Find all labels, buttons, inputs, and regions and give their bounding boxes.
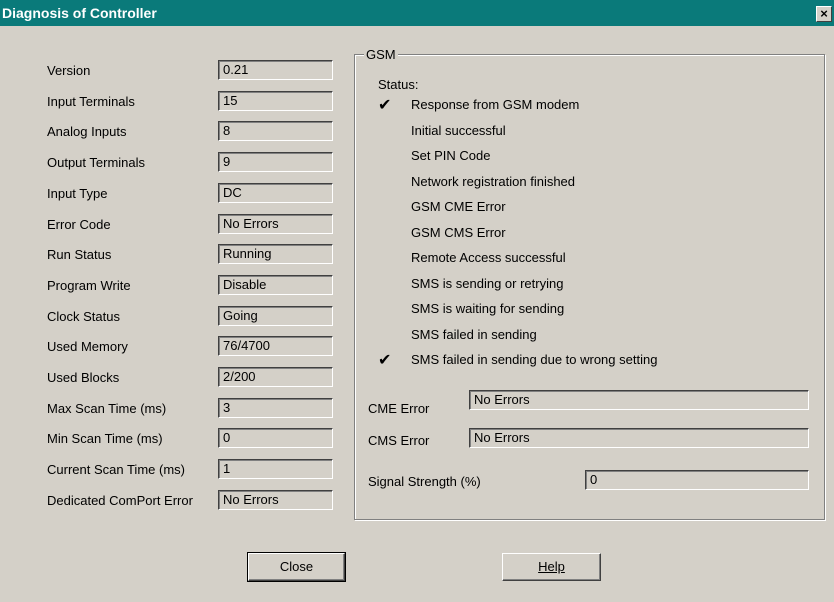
gsm-status-item: GSM CME Error (411, 199, 506, 214)
gsm-status-item: GSM CMS Error (411, 225, 506, 240)
gsm-status-item: Initial successful (411, 123, 506, 138)
diagnostic-value-field: 15 (218, 91, 333, 111)
diagnostic-value-field: 2/200 (218, 367, 333, 387)
diagnostic-label: Run Status (47, 247, 112, 262)
help-button-label: Help (538, 559, 565, 574)
diagnostic-label: Version (47, 63, 91, 78)
diagnostic-label: Output Terminals (47, 155, 146, 170)
diagnostic-value-field: No Errors (218, 490, 333, 510)
diagnostic-label: Analog Inputs (47, 124, 127, 139)
diagnostic-label: Clock Status (47, 309, 120, 324)
gsm-status-item: SMS is sending or retrying (411, 276, 564, 291)
gsm-status-item: Set PIN Code (411, 148, 491, 163)
gsm-status-item: Remote Access successful (411, 250, 566, 265)
diagnostic-value-field: 8 (218, 121, 333, 141)
diagnostic-label: Used Blocks (47, 370, 120, 385)
cme-error-label: CME Error (368, 401, 430, 416)
diagnostic-value-field: Running (218, 244, 333, 264)
title-bar[interactable]: Diagnosis of Controller × (0, 0, 834, 26)
gsm-status-item: SMS failed in sending (411, 327, 537, 342)
diagnostic-value-field: DC (218, 183, 333, 203)
diagnostic-value-field: 0 (218, 428, 333, 448)
checkmark-icon: ✔ (378, 352, 392, 369)
diagnostic-value-field: 0.21 (218, 60, 333, 80)
checkmark-icon: ✔ (378, 97, 392, 114)
cms-error-field: No Errors (469, 428, 809, 448)
cms-error-label: CMS Error (368, 433, 430, 448)
gsm-status-item: SMS failed in sending due to wrong setti… (411, 352, 658, 367)
diagnostic-label: Dedicated ComPort Error (47, 493, 193, 508)
window-title: Diagnosis of Controller (2, 5, 157, 21)
signal-strength-field: 0 (585, 470, 809, 490)
diagnostic-label: Used Memory (47, 339, 128, 354)
diagnostic-label: Min Scan Time (ms) (47, 431, 163, 446)
gsm-status-label: Status: (378, 77, 419, 92)
gsm-status-item: Network registration finished (411, 174, 576, 189)
diagnostic-label: Input Type (47, 186, 108, 201)
close-icon[interactable]: × (816, 6, 832, 22)
diagnostic-value-field: No Errors (218, 214, 333, 234)
help-button[interactable]: Help (502, 553, 601, 581)
diagnostic-value-field: 3 (218, 398, 333, 418)
diagnostic-label: Input Terminals (47, 94, 135, 109)
diagnostic-value-field: Disable (218, 275, 333, 295)
cme-error-field: No Errors (469, 390, 809, 410)
diagnostic-label: Current Scan Time (ms) (47, 462, 185, 477)
signal-strength-label: Signal Strength (%) (368, 474, 481, 489)
diagnostic-label: Error Code (47, 217, 111, 232)
diagnostic-value-field: 1 (218, 459, 333, 479)
diagnostic-label: Program Write (47, 278, 131, 293)
gsm-status-item: Response from GSM modem (411, 97, 580, 112)
diagnostic-value-field: 76/4700 (218, 336, 333, 356)
close-button[interactable]: Close (247, 552, 346, 582)
diagnosis-dialog: Diagnosis of Controller × Version 0.21 Inp… (0, 0, 834, 602)
diagnostic-label: Max Scan Time (ms) (47, 401, 167, 416)
gsm-group-title: GSM (364, 47, 398, 62)
diagnostic-value-field: 9 (218, 152, 333, 172)
diagnostic-value-field: Going (218, 306, 333, 326)
gsm-status-item: SMS is waiting for sending (411, 301, 565, 316)
